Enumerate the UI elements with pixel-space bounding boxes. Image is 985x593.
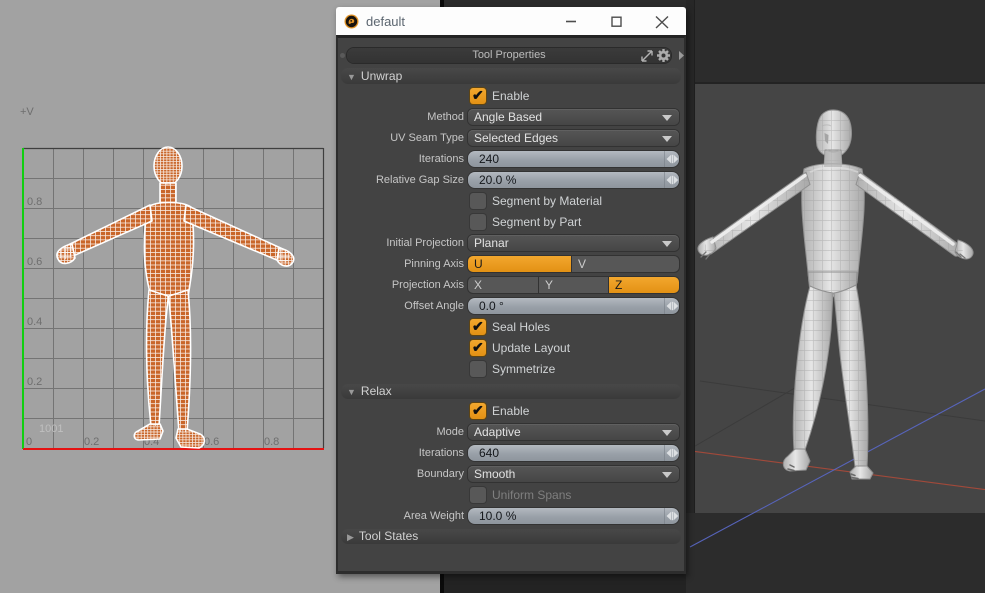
svg-text:0.4: 0.4 bbox=[27, 316, 42, 328]
svg-text:+V: +V bbox=[20, 106, 34, 118]
svg-text:0.8: 0.8 bbox=[264, 436, 279, 448]
svg-text:0.8: 0.8 bbox=[27, 196, 42, 208]
svg-text:0.2: 0.2 bbox=[84, 436, 99, 448]
svg-text:0: 0 bbox=[26, 436, 32, 448]
svg-text:0.6: 0.6 bbox=[204, 436, 219, 448]
svg-text:1001: 1001 bbox=[39, 423, 63, 435]
svg-text:0.6: 0.6 bbox=[27, 256, 42, 268]
svg-text:0.2: 0.2 bbox=[27, 376, 42, 388]
